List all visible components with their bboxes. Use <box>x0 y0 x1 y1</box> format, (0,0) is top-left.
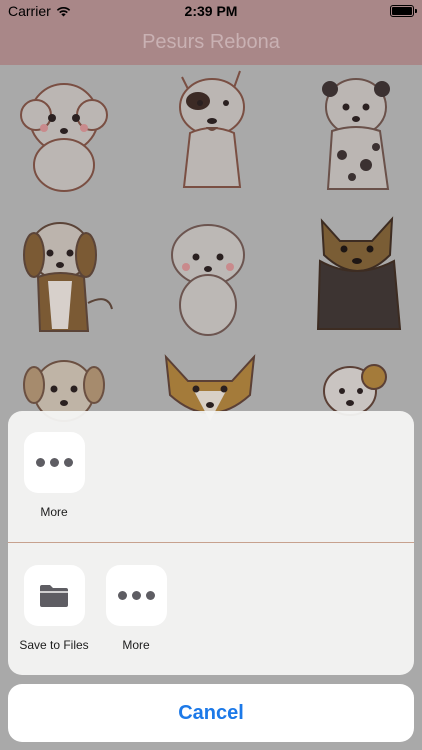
share-action-more[interactable]: More <box>14 432 94 519</box>
share-action-label: More <box>122 638 150 652</box>
dog-bull-terrier-image[interactable] <box>154 65 270 193</box>
folder-icon[interactable] <box>23 565 85 626</box>
share-action-more[interactable]: More <box>96 565 176 652</box>
more-icon[interactable] <box>105 565 167 626</box>
dog-maltese-image[interactable] <box>150 215 266 343</box>
divider <box>8 542 414 543</box>
status-time: 2:39 PM <box>184 3 238 19</box>
cancel-button[interactable]: Cancel <box>8 684 414 742</box>
status-bar: Carrier 2:39 PM <box>0 0 422 22</box>
dog-dalmatian-image[interactable] <box>300 69 416 197</box>
share-action-label: Save to Files <box>19 638 89 652</box>
share-sheet-row-1: More <box>8 411 414 543</box>
more-icon[interactable] <box>23 432 85 493</box>
dog-beagle-image[interactable] <box>8 213 124 341</box>
battery-icon <box>390 5 417 17</box>
share-sheet-row-2: Save to Files More <box>8 544 414 675</box>
navigation-bar: Pesurs Rebona <box>0 22 422 65</box>
dog-poodle-image[interactable] <box>6 73 122 201</box>
dog-yorkie-image[interactable] <box>300 211 416 339</box>
share-action-save-to-files[interactable]: Save to Files <box>14 565 94 652</box>
page-title: Pesurs Rebona <box>142 31 280 53</box>
share-action-label: More <box>40 505 68 519</box>
share-sheet: More Save to Files More <box>8 411 414 675</box>
